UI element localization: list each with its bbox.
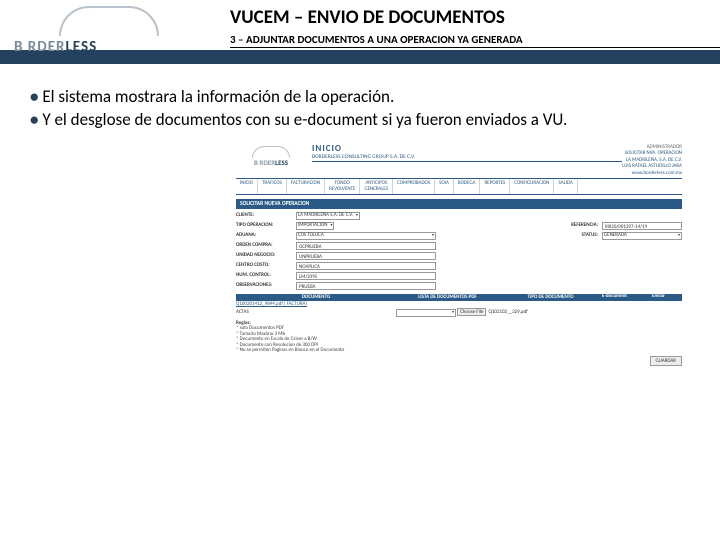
doc-type-select[interactable]: ▾ <box>396 309 456 317</box>
logo-text: B RDERLESS <box>14 38 204 56</box>
slide-header: B RDERLESS VUCEM – ENVIO DE DOCUMENTOS 3… <box>0 0 720 64</box>
app-title-block: INICIO BORDERLESS CONSULTING GROUP S.A. … <box>306 144 622 177</box>
doc-name: ACTAS <box>236 310 396 316</box>
aduana-select[interactable]: COS TOLUCA▾ <box>296 232 436 240</box>
section-title: SOLICITAR NUEVA OPERACION <box>236 199 682 209</box>
link-site[interactable]: www.borderless.com.mx <box>622 170 682 177</box>
tipo-select[interactable]: IMPORTACION▾ <box>296 222 334 230</box>
cliente-label: CLIENTE: <box>236 213 296 219</box>
centro-label: CENTRO COSTO: <box>236 263 296 269</box>
tab-anticipos[interactable]: ANTICIPOSGENERALES <box>360 179 393 194</box>
chevron-down-icon: ▾ <box>330 224 332 228</box>
logo-arc-icon <box>59 6 159 36</box>
control-label: NUM. CONTROL: <box>236 273 296 279</box>
tab-inicio[interactable]: INICIO <box>236 179 258 194</box>
tab-soia[interactable]: SOIA <box>435 179 454 194</box>
app-page-title: INICIO <box>312 144 622 154</box>
bullet-1: El sistema mostrara la información de la… <box>30 86 690 109</box>
aduana-label: ADUANA: <box>236 233 296 239</box>
ref-input[interactable]: IIIII20/001397-14/19 <box>602 222 682 230</box>
tab-bodega[interactable]: BODEGA <box>454 179 481 194</box>
tab-salida[interactable]: SALIDA <box>554 179 577 194</box>
app-right-links: ADMINISTRADOR SOLICITAR NVA. OPERACION L… <box>622 144 682 177</box>
unidad-input[interactable]: UNPRUEBA <box>296 252 436 260</box>
bullets: El sistema mostrara la información de la… <box>0 64 720 140</box>
chevron-down-icon: ▾ <box>452 311 454 315</box>
tab-traficos[interactable]: TRAFICOS <box>258 179 287 194</box>
ordenc-input[interactable]: OCPRUEBA <box>296 242 436 250</box>
slide-subtitle: 3 – ADJUNTAR DOCUMENTOS A UNA OPERACION … <box>230 33 720 48</box>
table-row: ACTAS ▾ Choose File Q102102__329.pdf <box>236 309 682 317</box>
app-header: B RDERLESS INICIO BORDERLESS CONSULTING … <box>236 144 682 177</box>
app-logo-text: B RDERLESS <box>236 159 306 167</box>
link-solicitar[interactable]: SOLICITAR NVA. OPERACION <box>622 150 682 157</box>
tab-reportes[interactable]: REPORTES <box>480 179 510 194</box>
control-input[interactable]: LM/2995 <box>296 272 436 280</box>
slide-title: VUCEM – ENVIO DE DOCUMENTOS <box>230 6 720 29</box>
status-select[interactable]: GENERADA▾ <box>602 232 682 240</box>
app-screenshot: B RDERLESS INICIO BORDERLESS CONSULTING … <box>236 144 682 365</box>
ordenc-label: ORDEN COMPRA: <box>236 243 296 249</box>
col-lista: LISTA DE DOCUMENTOS PDF <box>396 294 499 302</box>
bullet-2: Y el desglose de documentos con su e-doc… <box>30 109 690 132</box>
centro-input[interactable]: NOAPLICA <box>296 262 436 270</box>
guardar-row: GUARDAR <box>236 357 682 365</box>
status-label: STATUS: <box>556 233 602 239</box>
chevron-down-icon: ▾ <box>432 234 434 238</box>
tab-config[interactable]: CONFIGURACION <box>510 179 554 194</box>
app-logo: B RDERLESS <box>236 144 306 177</box>
doc-link[interactable]: Q100201412_9844.pdf ( FACTURA) <box>236 302 396 308</box>
logo-part-dark: LESS <box>65 38 97 56</box>
col-edoc: E-document <box>602 294 652 302</box>
chevron-down-icon: ▾ <box>678 234 680 238</box>
logo-part-gray: B RDER <box>14 38 65 56</box>
unidad-label: UNIDAD NEGOCIO: <box>236 253 296 259</box>
link-user[interactable]: LUIS RAFAEL ASTUDILLO JARA <box>622 163 682 170</box>
col-send: Enviar <box>652 294 682 302</box>
borderless-logo: B RDERLESS <box>14 6 204 56</box>
tab-facturacion[interactable]: FACTURACION <box>287 179 325 194</box>
tipo-label: TIPO OPERACION: <box>236 223 296 229</box>
ref-label: REFERENCIA: <box>556 223 602 229</box>
rule-item: No se permiten Paginas en Blanco en el D… <box>236 348 682 354</box>
tab-comprobados[interactable]: COMPROBADOS <box>393 179 435 194</box>
guardar-button[interactable]: GUARDAR <box>650 356 682 366</box>
observ-input[interactable]: PRUEBA <box>296 282 436 290</box>
form: CLIENTE: LA MADRILEÑA S.A. DE C.V.▾ TIPO… <box>236 212 682 290</box>
chosen-file: Q102102__329.pdf <box>489 309 528 315</box>
chevron-down-icon: ▾ <box>356 214 358 218</box>
observ-label: OBSERVACIONES: <box>236 283 296 289</box>
col-tipo: TIPO DE DOCUMENTO <box>499 294 602 302</box>
tab-fondo[interactable]: FONDOREVOLVENTE <box>325 179 360 194</box>
tabbar: INICIO TRAFICOS FACTURACION FONDOREVOLVE… <box>236 178 682 195</box>
app-company: BORDERLESS CONSULTING GROUP S.A. DE C.V. <box>312 154 622 162</box>
app-logo-arc-icon <box>252 146 290 158</box>
rules: Reglas: solo Documentos PDF Tamaño Maxim… <box>236 321 682 354</box>
cliente-select[interactable]: LA MADRILEÑA S.A. DE C.V.▾ <box>296 212 360 220</box>
title-block: VUCEM – ENVIO DE DOCUMENTOS 3 – ADJUNTAR… <box>230 6 720 48</box>
choose-file-button[interactable]: Choose File <box>457 308 486 316</box>
